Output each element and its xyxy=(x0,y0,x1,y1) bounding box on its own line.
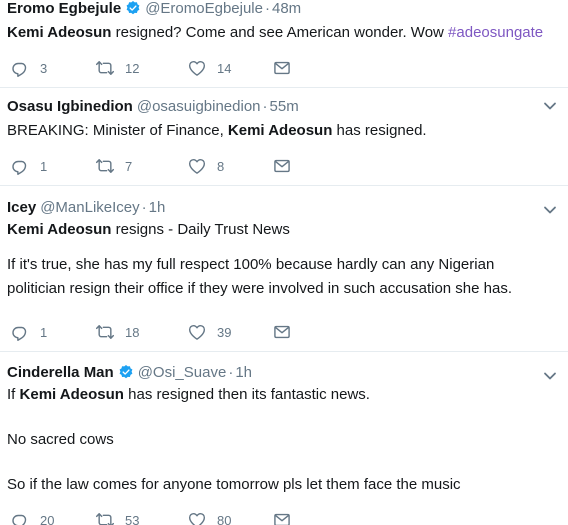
tweet[interactable]: Eromo Egbejule @EromoEgbejule · 48m Kemi Ad… xyxy=(0,0,568,88)
dm-button[interactable] xyxy=(272,509,292,525)
heart-icon xyxy=(187,156,207,176)
verified-badge-icon xyxy=(118,364,134,380)
tweet-paragraph: If it's true, she has my full respect 10… xyxy=(7,256,495,273)
tweet-paragraph: So if the law comes for anyone tomorrow … xyxy=(7,476,461,493)
retweet-icon xyxy=(95,322,115,342)
dm-button[interactable] xyxy=(272,57,292,79)
author-handle[interactable]: @EromoEgbejule xyxy=(145,0,263,17)
reply-icon xyxy=(10,510,30,525)
like-count: 14 xyxy=(217,60,232,76)
author-name[interactable]: Cinderella Man xyxy=(7,364,114,381)
tweet-paragraph: If Kemi Adeosun has resigned then its fa… xyxy=(7,384,554,405)
reply-button[interactable]: 3 xyxy=(10,57,47,79)
like-count: 39 xyxy=(217,324,232,340)
mention-bold: Kemi Adeosun xyxy=(227,122,333,139)
tweet-header: Eromo Egbejule @EromoEgbejule · 48m xyxy=(7,0,301,18)
dm-button[interactable] xyxy=(272,155,292,177)
like-button[interactable]: 80 xyxy=(187,509,231,525)
envelope-icon xyxy=(272,58,292,78)
retweet-count: 18 xyxy=(125,324,140,340)
reply-button[interactable]: 1 xyxy=(10,155,47,177)
verified-badge-icon xyxy=(125,0,141,16)
chevron-down-icon[interactable] xyxy=(542,202,558,218)
tweet[interactable]: Icey @ManLikeIcey · 1h Kemi Adeosun resigns… xyxy=(0,186,568,352)
chevron-down-icon[interactable] xyxy=(542,98,558,114)
separator: · xyxy=(141,199,147,216)
tweet-text: If Kemi Adeosun has resigned then its fa… xyxy=(7,384,554,495)
tweet[interactable]: Cinderella Man @Osi_Suave · 1h If Kemi Adeo… xyxy=(0,352,568,525)
author-handle[interactable]: @ManLikeIcey xyxy=(40,199,139,216)
tweet-header: Cinderella Man @Osi_Suave · 1h xyxy=(7,364,252,382)
tweet-header: Icey @ManLikeIcey · 1h xyxy=(7,199,165,217)
timestamp[interactable]: 1h xyxy=(149,199,166,216)
like-button[interactable]: 14 xyxy=(187,57,231,79)
author-handle[interactable]: @Osi_Suave xyxy=(138,364,227,381)
tweet-text-pre: If xyxy=(7,386,20,403)
chevron-down-icon[interactable] xyxy=(542,368,558,384)
tweet-text: Kemi Adeosun resigned? Come and see Amer… xyxy=(7,22,554,43)
reply-icon xyxy=(10,58,30,78)
reply-button[interactable]: 1 xyxy=(10,321,47,343)
timestamp[interactable]: 48m xyxy=(272,0,301,17)
dm-button[interactable] xyxy=(272,321,292,343)
retweet-button[interactable]: 12 xyxy=(95,57,139,79)
reply-button[interactable]: 20 xyxy=(10,509,54,525)
tweet-text-rest: resigned? Come and see American wonder. … xyxy=(111,24,449,41)
retweet-count: 12 xyxy=(125,60,140,76)
tweet-actions: 20 53 80 xyxy=(7,509,327,525)
tweet-text-rest: has resigned. xyxy=(332,122,427,139)
heart-icon xyxy=(187,510,207,525)
reply-count: 1 xyxy=(40,158,48,174)
like-button[interactable]: 8 xyxy=(187,155,224,177)
tweet-actions: 3 12 14 xyxy=(7,57,327,79)
retweet-count: 7 xyxy=(125,158,133,174)
tweet-paragraph: politician resign their office if they w… xyxy=(7,280,512,297)
like-count: 8 xyxy=(217,158,225,174)
envelope-icon xyxy=(272,322,292,342)
author-handle[interactable]: @osasuigbinedion xyxy=(137,98,261,115)
retweet-icon xyxy=(95,510,115,525)
tweet-text-rest: resigns - Daily Trust News xyxy=(111,221,290,238)
timestamp[interactable]: 1h xyxy=(235,364,252,381)
retweet-icon xyxy=(95,156,115,176)
tweet-text-rest: has resigned then its fantastic news. xyxy=(123,386,370,403)
tweet-text-pre: BREAKING: Minister of Finance, xyxy=(7,122,228,139)
tweet-text: Kemi Adeosun resigns - Daily Trust News … xyxy=(7,219,554,299)
reply-count: 1 xyxy=(40,324,48,340)
retweet-button[interactable]: 7 xyxy=(95,155,132,177)
tweet-paragraph: Kemi Adeosun resigns - Daily Trust News xyxy=(7,219,554,240)
envelope-icon xyxy=(272,510,292,525)
author-name[interactable]: Eromo Egbejule xyxy=(7,0,121,17)
envelope-icon xyxy=(272,156,292,176)
retweet-button[interactable]: 18 xyxy=(95,321,139,343)
retweet-icon xyxy=(95,58,115,78)
mention-bold: Kemi Adeosun xyxy=(7,24,112,41)
author-name[interactable]: Icey xyxy=(7,199,36,216)
hashtag-link[interactable]: #adeosungate xyxy=(448,24,543,41)
heart-icon xyxy=(187,322,207,342)
separator: · xyxy=(262,98,268,115)
like-count: 80 xyxy=(217,512,232,525)
reply-count: 20 xyxy=(40,512,55,525)
author-name[interactable]: Osasu Igbinedion xyxy=(7,98,133,115)
tweet-actions: 1 7 8 xyxy=(7,155,327,177)
retweet-button[interactable]: 53 xyxy=(95,509,139,525)
retweet-count: 53 xyxy=(125,512,140,525)
reply-icon xyxy=(10,322,30,342)
tweet-paragraph: No sacred cows xyxy=(7,431,114,448)
heart-icon xyxy=(187,58,207,78)
separator: · xyxy=(228,364,234,381)
tweet[interactable]: Osasu Igbinedion @osasuigbinedion · 55m BRE… xyxy=(0,88,568,186)
mention-bold: Kemi Adeosun xyxy=(19,386,124,403)
mention-bold: Kemi Adeosun xyxy=(7,221,112,238)
like-button[interactable]: 39 xyxy=(187,321,231,343)
tweet-header: Osasu Igbinedion @osasuigbinedion · 55m xyxy=(7,98,299,116)
timestamp[interactable]: 55m xyxy=(270,98,299,115)
tweet-actions: 1 18 39 xyxy=(7,321,327,343)
reply-icon xyxy=(10,156,30,176)
reply-count: 3 xyxy=(40,60,48,76)
separator: · xyxy=(264,0,270,17)
tweet-text: BREAKING: Minister of Finance, Kemi Adeo… xyxy=(7,120,554,141)
